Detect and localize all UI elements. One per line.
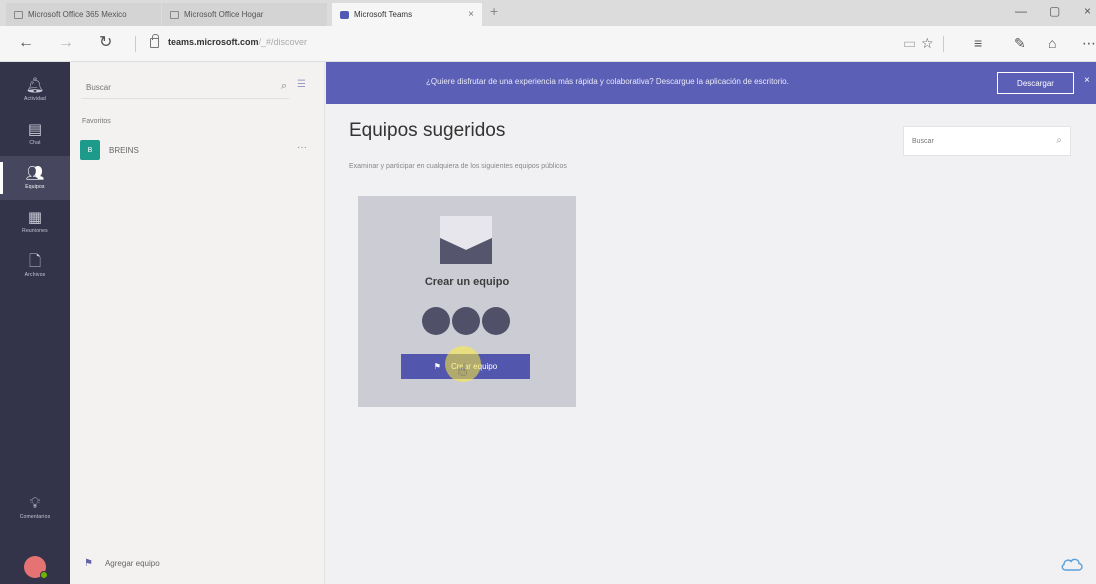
create-team-card[interactable]: Crear un equipo ⚑ Crear equipo ☝︎: [358, 196, 576, 407]
separator: [135, 36, 136, 52]
hand-cursor-icon: ☝︎: [458, 362, 468, 379]
presence-available-icon: [40, 571, 48, 579]
suggested-teams-search-input[interactable]: [904, 127, 1070, 155]
browser-address-bar: ← → ↻ teams.microsoft.com/_#/discover ▭ …: [0, 26, 1096, 62]
maximize-button[interactable]: ▢: [1049, 4, 1060, 18]
main-content: Equipos sugeridos Examinar y participar …: [326, 104, 1096, 584]
rail-item-files[interactable]: 🗋︎ Archivos: [0, 244, 70, 288]
rail-item-label: Chat: [29, 140, 41, 146]
page-icon: [14, 10, 23, 19]
rail-item-label: Archivos: [24, 272, 46, 278]
minimize-button[interactable]: —: [1015, 4, 1027, 18]
lock-icon: [150, 34, 159, 48]
tab-microsoft-teams[interactable]: Microsoft Teams ×: [332, 3, 482, 26]
teams-search-input[interactable]: [81, 77, 289, 98]
favorite-star-icon[interactable]: ☆: [921, 35, 934, 51]
refresh-icon[interactable]: ↻: [99, 34, 112, 52]
web-note-icon[interactable]: ✎: [1014, 35, 1026, 51]
url-field[interactable]: teams.microsoft.com/_#/discover: [168, 37, 307, 47]
favorites-heading: Favoritos: [82, 118, 111, 125]
page-title: Equipos sugeridos: [349, 120, 506, 141]
add-team-icon: ⚑: [84, 558, 93, 569]
download-button[interactable]: Descargar: [997, 72, 1074, 94]
filter-icon[interactable]: ☰: [297, 79, 306, 90]
suggested-teams-search: ⌕: [903, 126, 1071, 156]
add-team-button[interactable]: ⚑ Agregar equipo: [84, 558, 160, 569]
search-icon[interactable]: ⌕: [281, 80, 287, 93]
hub-icon[interactable]: ≡: [974, 35, 982, 51]
add-team-icon: ⚑: [433, 362, 441, 371]
card-title: Crear un equipo: [424, 276, 510, 288]
banner-text: ¿Quiere disfrutar de una experiencia más…: [426, 77, 789, 86]
lightbulb-icon: 💡︎: [29, 495, 41, 512]
rail-item-label: Actividad: [23, 96, 47, 102]
calendar-icon: ▦: [27, 209, 43, 226]
rail-item-meetings[interactable]: ▦ Reuniones: [0, 200, 70, 244]
rail-item-label: Comentarios: [19, 514, 51, 520]
envelope-icon: [440, 216, 492, 264]
teams-logo-icon: [340, 10, 349, 19]
rail-item-label: Equipos: [25, 184, 45, 190]
tab-label: Microsoft Office 365 Mexico: [28, 10, 127, 19]
close-window-button[interactable]: ×: [1084, 4, 1091, 18]
url-domain: teams.microsoft.com: [168, 37, 259, 47]
bell-icon: 🔔︎: [25, 77, 45, 94]
url-path: /_#/discover: [258, 37, 308, 47]
browser-tab-bar: Microsoft Office 365 Mexico Microsoft Of…: [0, 0, 1096, 26]
tab-label: Microsoft Office Hogar: [184, 10, 264, 19]
app-rail: 🔔︎ Actividad ▤ Chat 👥︎ Equipos ▦ Reunion…: [0, 62, 70, 584]
team-avatar: B: [80, 140, 100, 160]
search-icon[interactable]: ⌕: [1056, 135, 1062, 146]
tab-label: Microsoft Teams: [354, 10, 413, 19]
reading-view-icon[interactable]: ▭: [903, 35, 916, 51]
teams-search: ⌕: [81, 77, 289, 99]
tab-office365-mexico[interactable]: Microsoft Office 365 Mexico: [6, 3, 161, 26]
close-tab-icon[interactable]: ×: [468, 9, 474, 20]
download-banner: ¿Quiere disfrutar de una experiencia más…: [326, 62, 1096, 104]
separator: [943, 36, 944, 52]
teams-list-pane: ⌕ ☰ Favoritos B BREINS ··· ⚑ Agregar equ…: [70, 62, 325, 584]
page-icon: [170, 10, 179, 19]
rail-item-label: Reuniones: [22, 228, 48, 234]
member-avatar: [452, 307, 480, 335]
rail-item-feedback[interactable]: 💡︎ Comentarios: [0, 486, 70, 530]
close-banner-icon[interactable]: ×: [1084, 75, 1090, 86]
new-tab-button[interactable]: +: [490, 3, 498, 19]
tab-office-hogar[interactable]: Microsoft Office Hogar: [162, 3, 327, 26]
avatar[interactable]: [24, 556, 48, 579]
teams-icon: 👥︎: [25, 165, 45, 182]
rail-item-chat[interactable]: ▤ Chat: [0, 112, 70, 156]
add-team-label: Agregar equipo: [104, 559, 160, 568]
page-subtitle: Examinar y participar en cualquiera de l…: [349, 163, 567, 170]
team-item-breins[interactable]: B BREINS ···: [80, 137, 315, 163]
rail-item-activity[interactable]: 🔔︎ Actividad: [0, 68, 70, 112]
member-avatar: [422, 307, 450, 335]
file-icon: 🗋︎: [28, 253, 42, 270]
back-arrow-icon[interactable]: ←: [18, 34, 34, 52]
share-icon[interactable]: ⌂: [1048, 35, 1056, 51]
rail-item-teams[interactable]: 👥︎ Equipos: [0, 156, 70, 200]
chat-icon: ▤: [27, 121, 43, 138]
forward-arrow-icon[interactable]: →: [58, 34, 74, 52]
cloud-icon: [1061, 558, 1083, 571]
more-options-icon[interactable]: ···: [297, 142, 307, 153]
member-avatars: [422, 307, 510, 335]
team-name: BREINS: [109, 145, 139, 155]
member-avatar: [482, 307, 510, 335]
more-icon[interactable]: ⋯: [1082, 35, 1096, 51]
